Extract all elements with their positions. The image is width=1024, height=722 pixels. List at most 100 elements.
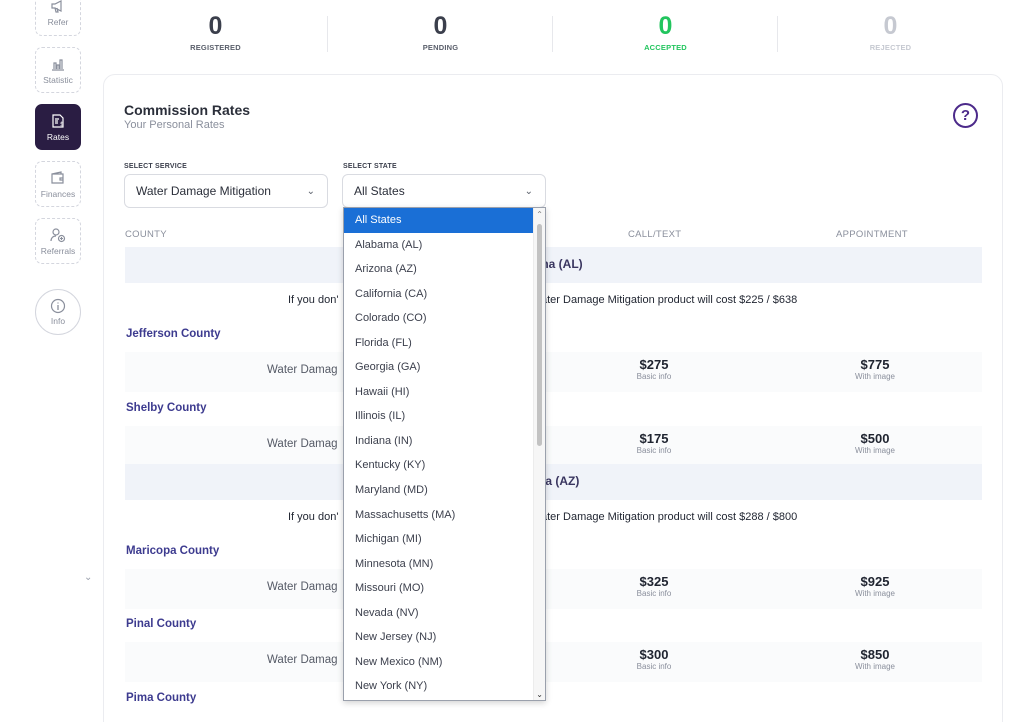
appointment-price: $775 With image xyxy=(830,357,920,381)
service-name: Water Damag xyxy=(267,364,338,376)
sidebar-item-label: Statistic xyxy=(43,74,73,85)
info-icon xyxy=(50,298,66,314)
sidebar-item-info[interactable]: Info xyxy=(35,289,81,335)
service-rate-row: Water Damag $275 Basic info $775 With imag… xyxy=(125,352,982,392)
call-price: $275 Basic info xyxy=(609,357,699,381)
price-value: $775 xyxy=(860,357,890,372)
price-value: $275 xyxy=(639,357,669,372)
county-row: Jefferson County xyxy=(125,318,982,352)
dropdown-option[interactable]: Indiana (IN) xyxy=(344,429,534,454)
dropdown-option[interactable]: Minnesota (MN) xyxy=(344,552,534,577)
dropdown-option[interactable]: Arizona (AZ) xyxy=(344,257,534,282)
county-row: Maricopa County xyxy=(125,535,982,569)
column-header-call: CALL/TEXT xyxy=(628,229,682,240)
state-group-row: na (AZ) xyxy=(125,464,982,500)
sidebar-item-refer[interactable]: Refer xyxy=(35,0,81,36)
dropdown-option[interactable]: California (CA) xyxy=(344,282,534,307)
svg-text:$: $ xyxy=(60,121,64,128)
county-row: Shelby County xyxy=(125,392,982,426)
dropdown-option[interactable]: Georgia (GA) xyxy=(344,355,534,380)
state-note-right: ater Damage Mitigation product will cost… xyxy=(541,511,798,523)
county-name[interactable]: Shelby County xyxy=(126,402,207,414)
user-add-icon xyxy=(50,227,66,242)
call-price: $175 Basic info xyxy=(609,431,699,455)
bar-chart-icon xyxy=(52,58,64,71)
service-select-value: Water Damage Mitigation xyxy=(136,184,271,198)
sidebar-item-label: Finances xyxy=(40,188,76,199)
dropdown-option[interactable]: Massachusetts (MA) xyxy=(344,503,534,528)
price-caption: Basic info xyxy=(636,446,672,455)
appointment-price: $850 With image xyxy=(830,647,920,671)
dropdown-option[interactable]: Colorado (CO) xyxy=(344,306,534,331)
stat-value: 0 xyxy=(208,12,223,40)
stat-value: 0 xyxy=(883,12,898,40)
stat-rejected: 0 REJECTED xyxy=(778,12,1003,52)
price-value: $325 xyxy=(639,574,669,589)
call-price: $325 Basic info xyxy=(609,574,699,598)
dropdown-option[interactable]: Maryland (MD) xyxy=(344,478,534,503)
price-value: $850 xyxy=(860,647,890,662)
state-group-row: ma (AL) xyxy=(125,247,982,283)
sidebar-item-label: Rates xyxy=(46,131,70,142)
service-name: Water Damag xyxy=(267,581,338,593)
dropdown-option[interactable]: New Mexico (NM) xyxy=(344,650,534,675)
service-rate-row: Water Damag $300 Basic info $850 With imag… xyxy=(125,642,982,682)
megaphone-icon xyxy=(51,0,62,13)
sidebar: Refer Statistic $ Rates Finances Referra… xyxy=(0,0,118,722)
service-rate-row: Water Damag $175 Basic info $500 With imag… xyxy=(125,426,982,466)
state-dropdown-list[interactable]: All States Alabama (AL) Arizona (AZ) Califo… xyxy=(343,207,546,701)
state-note-left: If you don' xyxy=(288,294,339,306)
county-name[interactable]: Maricopa County xyxy=(126,545,219,557)
county-name[interactable]: Pinal County xyxy=(126,618,196,630)
state-note-left: If you don' xyxy=(288,511,339,523)
dropdown-option[interactable]: New Jersey (NJ) xyxy=(344,625,534,650)
dropdown-option[interactable]: Missouri (MO) xyxy=(344,576,534,601)
county-row: Pima County xyxy=(125,682,982,716)
appointment-price: $925 With image xyxy=(830,574,920,598)
state-select[interactable]: All States ⌄ xyxy=(342,174,546,208)
price-caption: With image xyxy=(854,446,895,455)
service-select[interactable]: Water Damage Mitigation ⌄ xyxy=(124,174,328,208)
price-caption: With image xyxy=(854,662,895,671)
county-name[interactable]: Jefferson County xyxy=(126,328,221,340)
service-name: Water Damag xyxy=(267,438,338,450)
help-button[interactable]: ? xyxy=(953,103,978,128)
stat-value: 0 xyxy=(433,12,448,40)
stat-label: REJECTED xyxy=(869,43,912,52)
county-name[interactable]: Pima County xyxy=(126,692,196,704)
price-caption: Basic info xyxy=(636,372,672,381)
sidebar-item-label: Referrals xyxy=(40,245,76,256)
service-name: Water Damag xyxy=(267,654,338,666)
dropdown-option[interactable]: New York (NY) xyxy=(344,674,534,699)
call-price: $300 Basic info xyxy=(609,647,699,671)
dropdown-option[interactable]: Hawaii (HI) xyxy=(344,380,534,405)
sidebar-item-referrals[interactable]: Referrals xyxy=(35,218,81,264)
chevron-down-icon[interactable]: ⌄ xyxy=(84,572,92,583)
dropdown-option[interactable]: All States xyxy=(344,208,534,233)
stat-label: ACCEPTED xyxy=(644,43,687,52)
dropdown-option[interactable]: Nevada (NV) xyxy=(344,601,534,626)
wallet-icon xyxy=(51,170,64,184)
dropdown-option[interactable]: Florida (FL) xyxy=(344,331,534,356)
dropdown-option[interactable]: Illinois (IL) xyxy=(344,404,534,429)
sidebar-item-rates[interactable]: $ Rates xyxy=(35,104,81,150)
column-header-appointment: APPOINTMENT xyxy=(836,229,908,240)
scroll-down-icon[interactable]: ⌄ xyxy=(536,690,543,699)
dropdown-option[interactable]: Michigan (MI) xyxy=(344,527,534,552)
state-select-label: SELECT STATE xyxy=(343,163,397,170)
price-value: $175 xyxy=(639,431,669,446)
dropdown-scrollbar[interactable]: ⌃ ⌄ xyxy=(533,208,545,700)
scroll-up-icon[interactable]: ⌃ xyxy=(536,210,543,219)
scrollbar-thumb[interactable] xyxy=(537,224,542,446)
sidebar-item-finances[interactable]: Finances xyxy=(35,161,81,207)
state-note-right: ater Damage Mitigation product will cost… xyxy=(541,294,798,306)
column-header-county: COUNTY xyxy=(125,229,167,240)
sidebar-item-statistic[interactable]: Statistic xyxy=(35,47,81,93)
dropdown-option[interactable]: Kentucky (KY) xyxy=(344,453,534,478)
dropdown-option[interactable]: Alabama (AL) xyxy=(344,233,534,258)
price-caption: With image xyxy=(854,372,895,381)
price-value: $500 xyxy=(860,431,890,446)
sidebar-item-label: Refer xyxy=(47,16,69,27)
invoice-dollar-icon: $ xyxy=(52,113,64,128)
stat-accepted: 0 ACCEPTED xyxy=(553,12,778,52)
